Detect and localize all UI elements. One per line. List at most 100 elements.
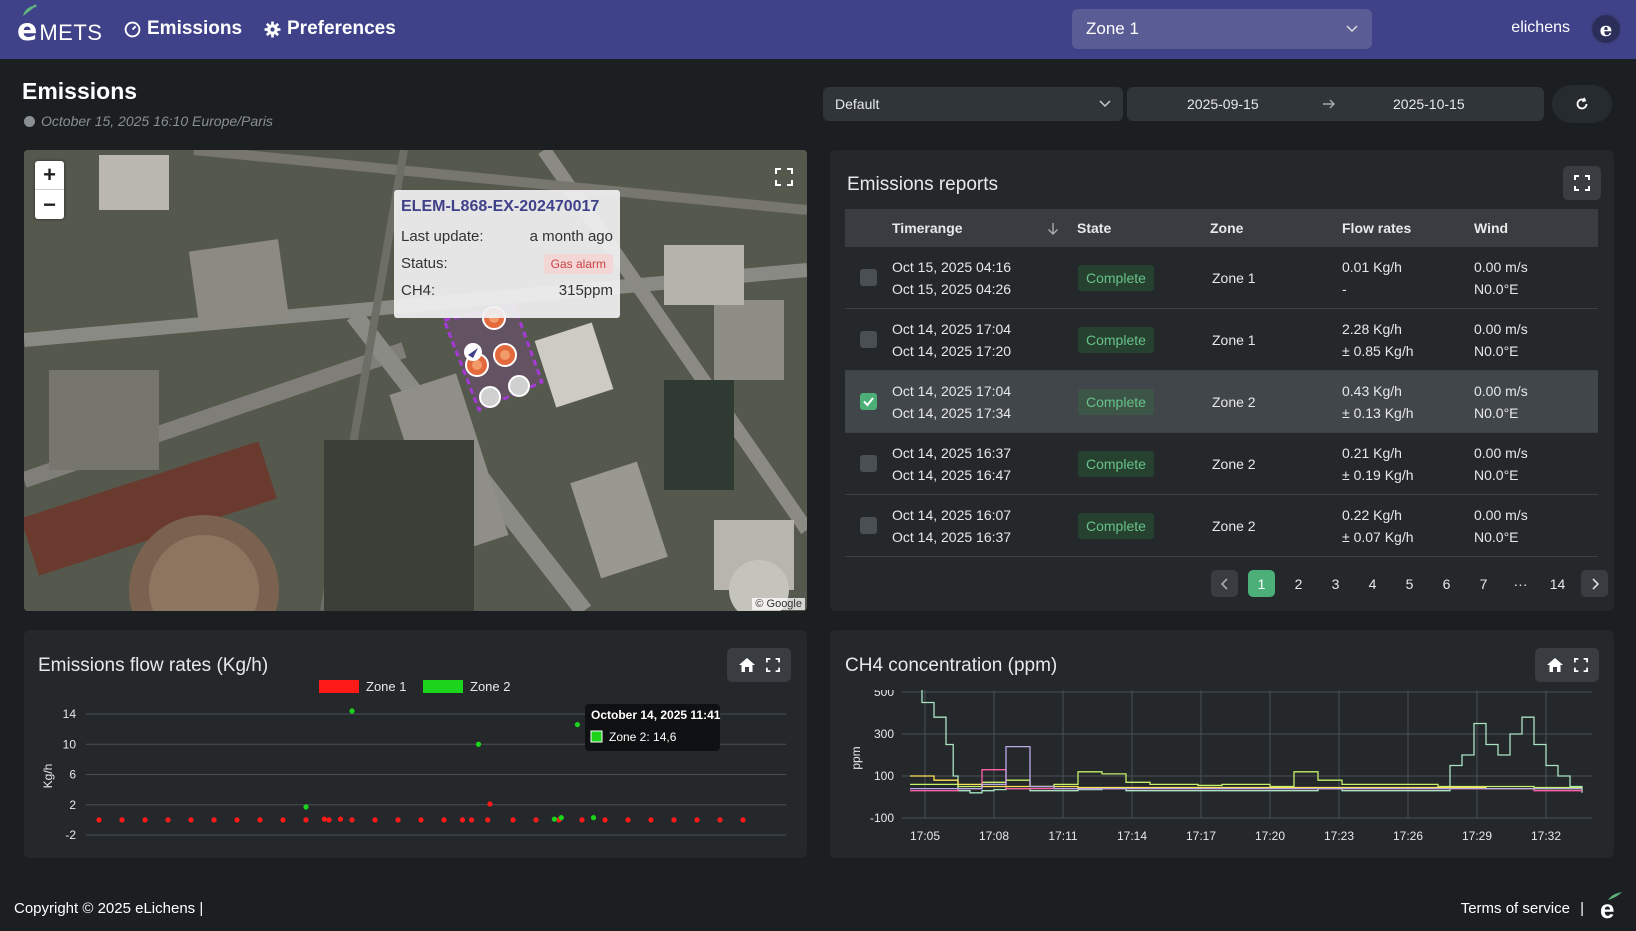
page-button[interactable]: 3 [1322,570,1349,597]
col-timerange[interactable]: Timerange [892,217,963,239]
data-point[interactable] [234,817,240,823]
data-point[interactable] [418,817,424,823]
data-point[interactable] [475,741,482,747]
data-point[interactable] [395,817,401,823]
page-button[interactable]: 14 [1544,570,1571,597]
data-point[interactable] [257,817,263,823]
data-point[interactable] [96,817,102,823]
prev-page-button[interactable] [1211,570,1238,597]
row-checkbox[interactable] [860,269,877,286]
zone-select[interactable]: Zone 1 [1072,9,1372,49]
series-line[interactable] [910,690,1583,794]
data-point[interactable] [558,815,564,821]
data-point[interactable] [337,816,344,822]
data-point[interactable] [441,817,447,823]
preset-select[interactable]: Default [823,87,1123,121]
col-wind[interactable]: Wind [1474,217,1508,239]
row-checkbox[interactable] [860,331,877,348]
avatar[interactable]: e [1590,13,1622,45]
page-button[interactable]: 1 [1248,570,1275,597]
data-point[interactable] [349,708,355,714]
data-point[interactable] [487,801,493,807]
zoom-in-button[interactable]: + [35,161,64,190]
data-point[interactable] [349,817,355,823]
legend-label[interactable]: Zone 2 [470,679,510,694]
refresh-button[interactable] [1552,85,1612,123]
row-checkbox[interactable] [860,517,877,534]
legend-label[interactable]: Zone 1 [366,679,406,694]
legend-swatch[interactable] [319,680,359,693]
page-button[interactable]: 5 [1396,570,1423,597]
data-point[interactable] [469,817,475,823]
table-row[interactable]: Oct 14, 2025 16:07 Oct 14, 2025 16:37 Comp… [845,495,1598,557]
date-to[interactable]: 2025-10-15 [1393,96,1465,112]
col-state[interactable]: State [1077,217,1111,239]
data-point[interactable] [119,817,125,823]
data-point[interactable] [459,817,465,823]
zoom-out-button[interactable]: − [35,190,64,219]
sort-arrow-down-icon[interactable] [1047,222,1059,235]
next-page-button[interactable] [1581,570,1608,597]
data-point[interactable] [188,817,194,823]
data-point[interactable] [717,817,723,823]
home-icon[interactable] [1546,657,1564,673]
data-point[interactable] [551,816,558,822]
data-point[interactable] [510,817,516,823]
data-point[interactable] [590,815,597,821]
col-flow-rates[interactable]: Flow rates [1342,217,1411,239]
row-state-badge: Complete [1078,388,1154,415]
date-range-picker[interactable]: 2025-09-15 2025-10-15 [1127,87,1544,121]
data-point[interactable] [579,817,585,823]
data-point[interactable] [694,817,700,823]
legend-swatch[interactable] [423,680,463,693]
data-point[interactable] [142,817,148,823]
data-point[interactable] [303,817,309,823]
page-button[interactable]: 7 [1470,570,1497,597]
data-point[interactable] [671,817,677,823]
reports-fullscreen-button[interactable] [1563,166,1601,200]
data-point[interactable] [625,817,631,823]
page-button[interactable]: 2 [1285,570,1312,597]
data-point[interactable] [648,817,654,823]
emets-logo[interactable]: e METS [17,4,102,46]
table-row[interactable]: Oct 14, 2025 17:04 Oct 14, 2025 17:20 Comp… [845,309,1598,371]
avatar-letter: e [1599,17,1613,41]
series-line[interactable] [910,745,1582,790]
flow-rates-chart[interactable]: Zone 1 Zone 2 -2 2 6 10 14 Kg/h October 14, 2025… [24,676,807,856]
data-point[interactable] [211,817,217,823]
user-name[interactable]: elichens [1511,19,1570,37]
page-button[interactable]: 6 [1433,570,1460,597]
data-point[interactable] [602,817,608,823]
data-point[interactable] [740,817,746,823]
data-point[interactable] [574,721,581,728]
fullscreen-icon[interactable] [1574,658,1588,672]
data-point[interactable] [280,817,286,823]
page-button[interactable]: ··· [1507,570,1534,597]
row-flow-value: 2.28 Kg/h [1342,320,1402,337]
data-point[interactable] [321,816,327,822]
data-point[interactable] [303,804,309,810]
fullscreen-icon[interactable] [775,168,793,186]
ch4-chart[interactable]: -100 100 300 500 17:05 17:08 17:11 17:14 17:17 17… [830,690,1614,855]
date-from[interactable]: 2025-09-15 [1187,96,1259,112]
nav-preferences[interactable]: Preferences [264,18,396,40]
table-row[interactable]: Oct 14, 2025 17:04 Oct 14, 2025 17:34 Comp… [845,371,1598,433]
x-tick-label: 17:17 [1186,829,1216,843]
data-point[interactable] [165,817,171,823]
data-point[interactable] [372,817,378,823]
table-row[interactable]: Oct 14, 2025 16:37 Oct 14, 2025 16:47 Comp… [845,433,1598,495]
fullscreen-icon[interactable] [766,658,780,672]
data-point[interactable] [326,817,332,823]
row-checkbox[interactable] [860,455,877,472]
data-point[interactable] [485,817,491,823]
home-icon[interactable] [738,657,756,673]
table-row[interactable]: Oct 15, 2025 04:16 Oct 15, 2025 04:26 Comp… [845,247,1598,309]
terms-link[interactable]: Terms of service [1461,900,1570,917]
nav-emissions[interactable]: Emissions [124,18,242,40]
series-line[interactable] [910,771,1582,789]
page-button[interactable]: 4 [1359,570,1386,597]
col-zone[interactable]: Zone [1210,217,1243,239]
data-point[interactable] [533,817,539,823]
map-view[interactable]: + − ELEM-L868-EX-202470017 Last update: a… [24,150,807,611]
row-checkbox[interactable] [860,393,877,410]
